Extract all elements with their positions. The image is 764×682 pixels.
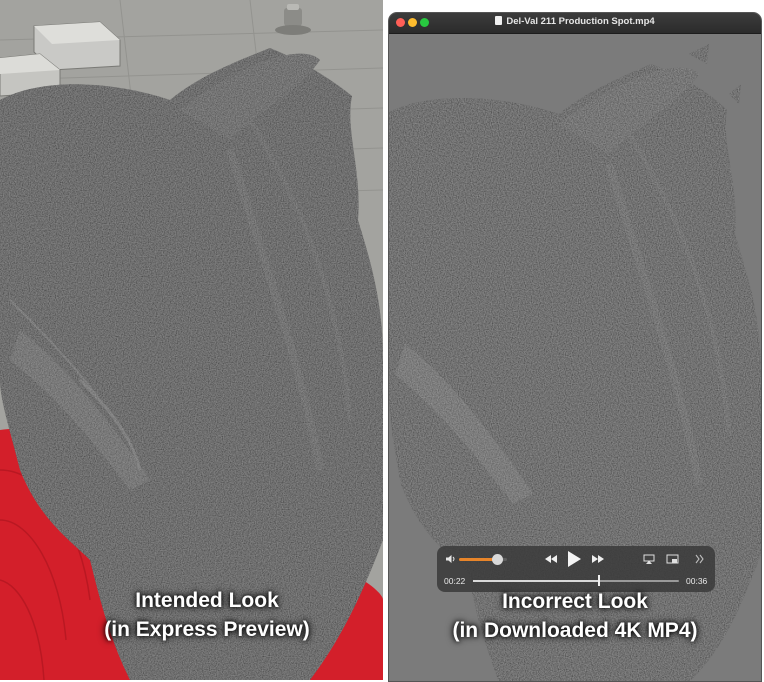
play-icon[interactable]: [566, 550, 582, 568]
video-frame[interactable]: 00:22 00:36 Incorrect Look (in Downloade…: [389, 34, 761, 681]
playback-controls[interactable]: 00:22 00:36: [437, 546, 715, 592]
intended-look-caption-title: Intended Look: [135, 589, 279, 612]
more-icon[interactable]: [695, 554, 705, 564]
incorrect-look-caption-title: Incorrect Look: [502, 590, 648, 613]
playhead[interactable]: [597, 575, 600, 586]
incorrect-look-caption-subtitle: (in Downloaded 4K MP4): [452, 619, 698, 642]
total-time: 00:36: [686, 576, 708, 586]
progress-fill: [473, 580, 599, 582]
video-player-window: Del-Val 211 Production Spot.mp4 00:22 00…: [388, 12, 762, 682]
video-file-icon: [495, 16, 503, 25]
fast-forward-icon[interactable]: [591, 554, 605, 564]
intended-look-image: [0, 0, 383, 680]
volume-icon[interactable]: [445, 554, 457, 564]
airplay-icon[interactable]: [643, 554, 655, 565]
progress-bar[interactable]: [473, 580, 679, 582]
current-time: 00:22: [444, 576, 466, 586]
window-titlebar[interactable]: Del-Val 211 Production Spot.mp4: [389, 13, 761, 34]
picture-in-picture-icon[interactable]: [666, 554, 679, 565]
window-title: Del-Val 211 Production Spot.mp4: [506, 16, 655, 27]
volume-slider-knob[interactable]: [492, 554, 504, 565]
intended-look-caption-subtitle: (in Express Preview): [104, 618, 310, 641]
intended-look-panel: Intended Look (in Express Preview): [0, 0, 383, 680]
rewind-icon[interactable]: [544, 554, 558, 564]
